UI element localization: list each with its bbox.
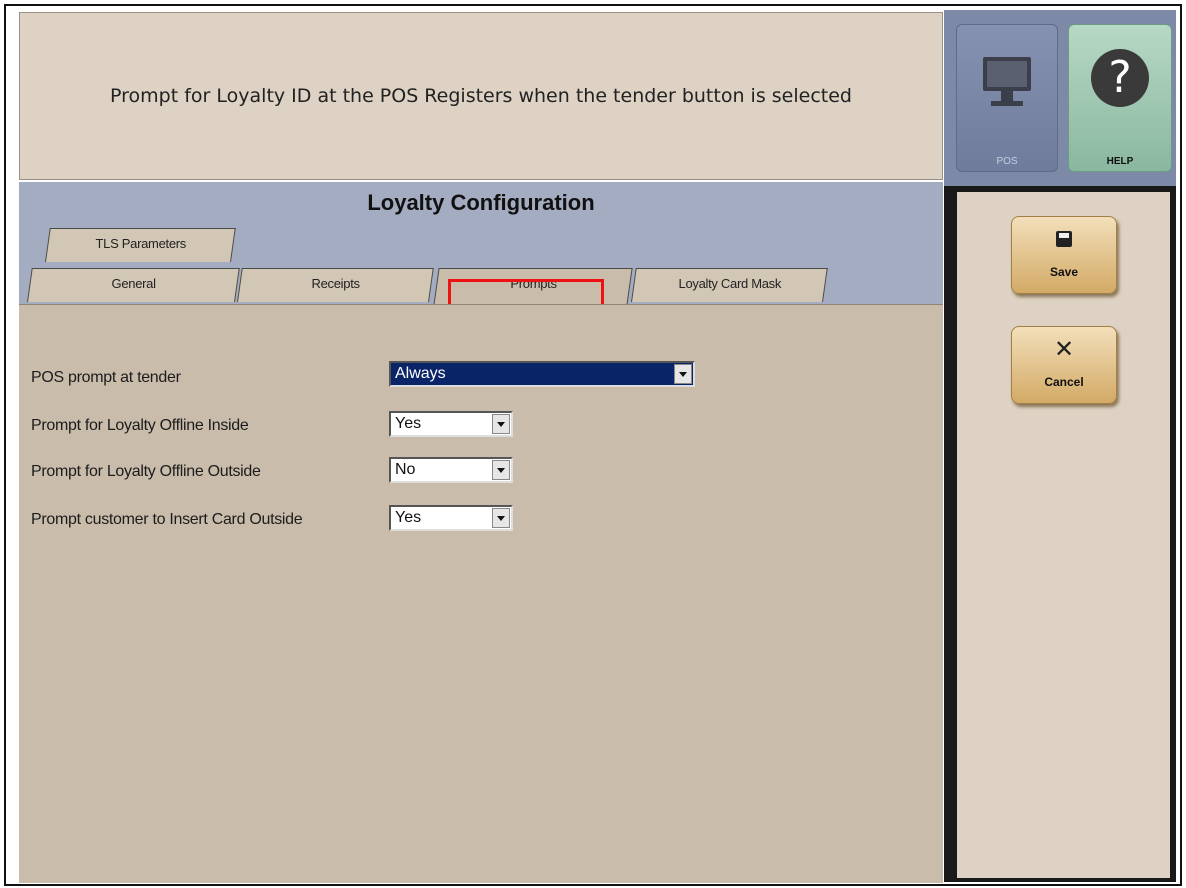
save-button-label: Save bbox=[1049, 265, 1079, 279]
monitor-icon bbox=[983, 57, 1031, 106]
page-title: Loyalty Configuration bbox=[367, 190, 595, 215]
tab-general[interactable]: General bbox=[27, 268, 240, 302]
cancel-button-label: Cancel bbox=[1044, 375, 1084, 389]
prompts-content: POS prompt at tender Always Prompt for L… bbox=[19, 304, 943, 883]
offline-outside-value: No bbox=[395, 461, 416, 478]
chevron-down-icon[interactable] bbox=[492, 460, 510, 480]
close-icon: ✕ bbox=[1053, 335, 1075, 363]
offline-inside-value: Yes bbox=[395, 415, 422, 432]
field-label-offline-inside: Prompt for Loyalty Offline Inside bbox=[31, 417, 249, 434]
field-label-insert-card: Prompt customer to Insert Card Outside bbox=[31, 511, 303, 528]
save-button[interactable]: Save bbox=[1011, 216, 1117, 294]
insert-card-select[interactable]: Yes bbox=[389, 505, 513, 531]
tab-receipts[interactable]: Receipts bbox=[237, 268, 434, 302]
field-label-pos-prompt: POS prompt at tender bbox=[31, 369, 181, 386]
field-label-offline-outside: Prompt for Loyalty Offline Outside bbox=[31, 463, 261, 480]
tab-loyalty-card-mask[interactable]: Loyalty Card Mask bbox=[631, 268, 828, 302]
action-panel: Save ✕ Cancel bbox=[957, 192, 1170, 878]
chevron-down-icon[interactable] bbox=[674, 364, 692, 384]
pos-prompt-select[interactable]: Always bbox=[389, 361, 695, 387]
chevron-down-icon[interactable] bbox=[492, 414, 510, 434]
tab-tls-parameters[interactable]: TLS Parameters bbox=[45, 228, 236, 262]
help-banner-text: Prompt for Loyalty ID at the POS Registe… bbox=[110, 85, 852, 107]
help-button-label: HELP bbox=[1106, 156, 1134, 167]
help-banner: Prompt for Loyalty ID at the POS Registe… bbox=[19, 12, 943, 180]
insert-card-value: Yes bbox=[395, 509, 422, 526]
pos-button-label: POS bbox=[996, 156, 1018, 167]
pos-prompt-value: Always bbox=[395, 365, 446, 382]
chevron-down-icon[interactable] bbox=[492, 508, 510, 528]
offline-inside-select[interactable]: Yes bbox=[389, 411, 513, 437]
question-icon: ? bbox=[1091, 49, 1149, 107]
floppy-disk-icon bbox=[1056, 231, 1072, 247]
main-panel: Loyalty Configuration TLS Parameters Gen… bbox=[19, 182, 943, 883]
offline-outside-select[interactable]: No bbox=[389, 457, 513, 483]
help-button[interactable]: ? HELP bbox=[1068, 24, 1172, 172]
config-header: Loyalty Configuration TLS Parameters Gen… bbox=[19, 182, 943, 310]
cancel-button[interactable]: ✕ Cancel bbox=[1011, 326, 1117, 404]
pos-button[interactable]: POS bbox=[956, 24, 1058, 172]
